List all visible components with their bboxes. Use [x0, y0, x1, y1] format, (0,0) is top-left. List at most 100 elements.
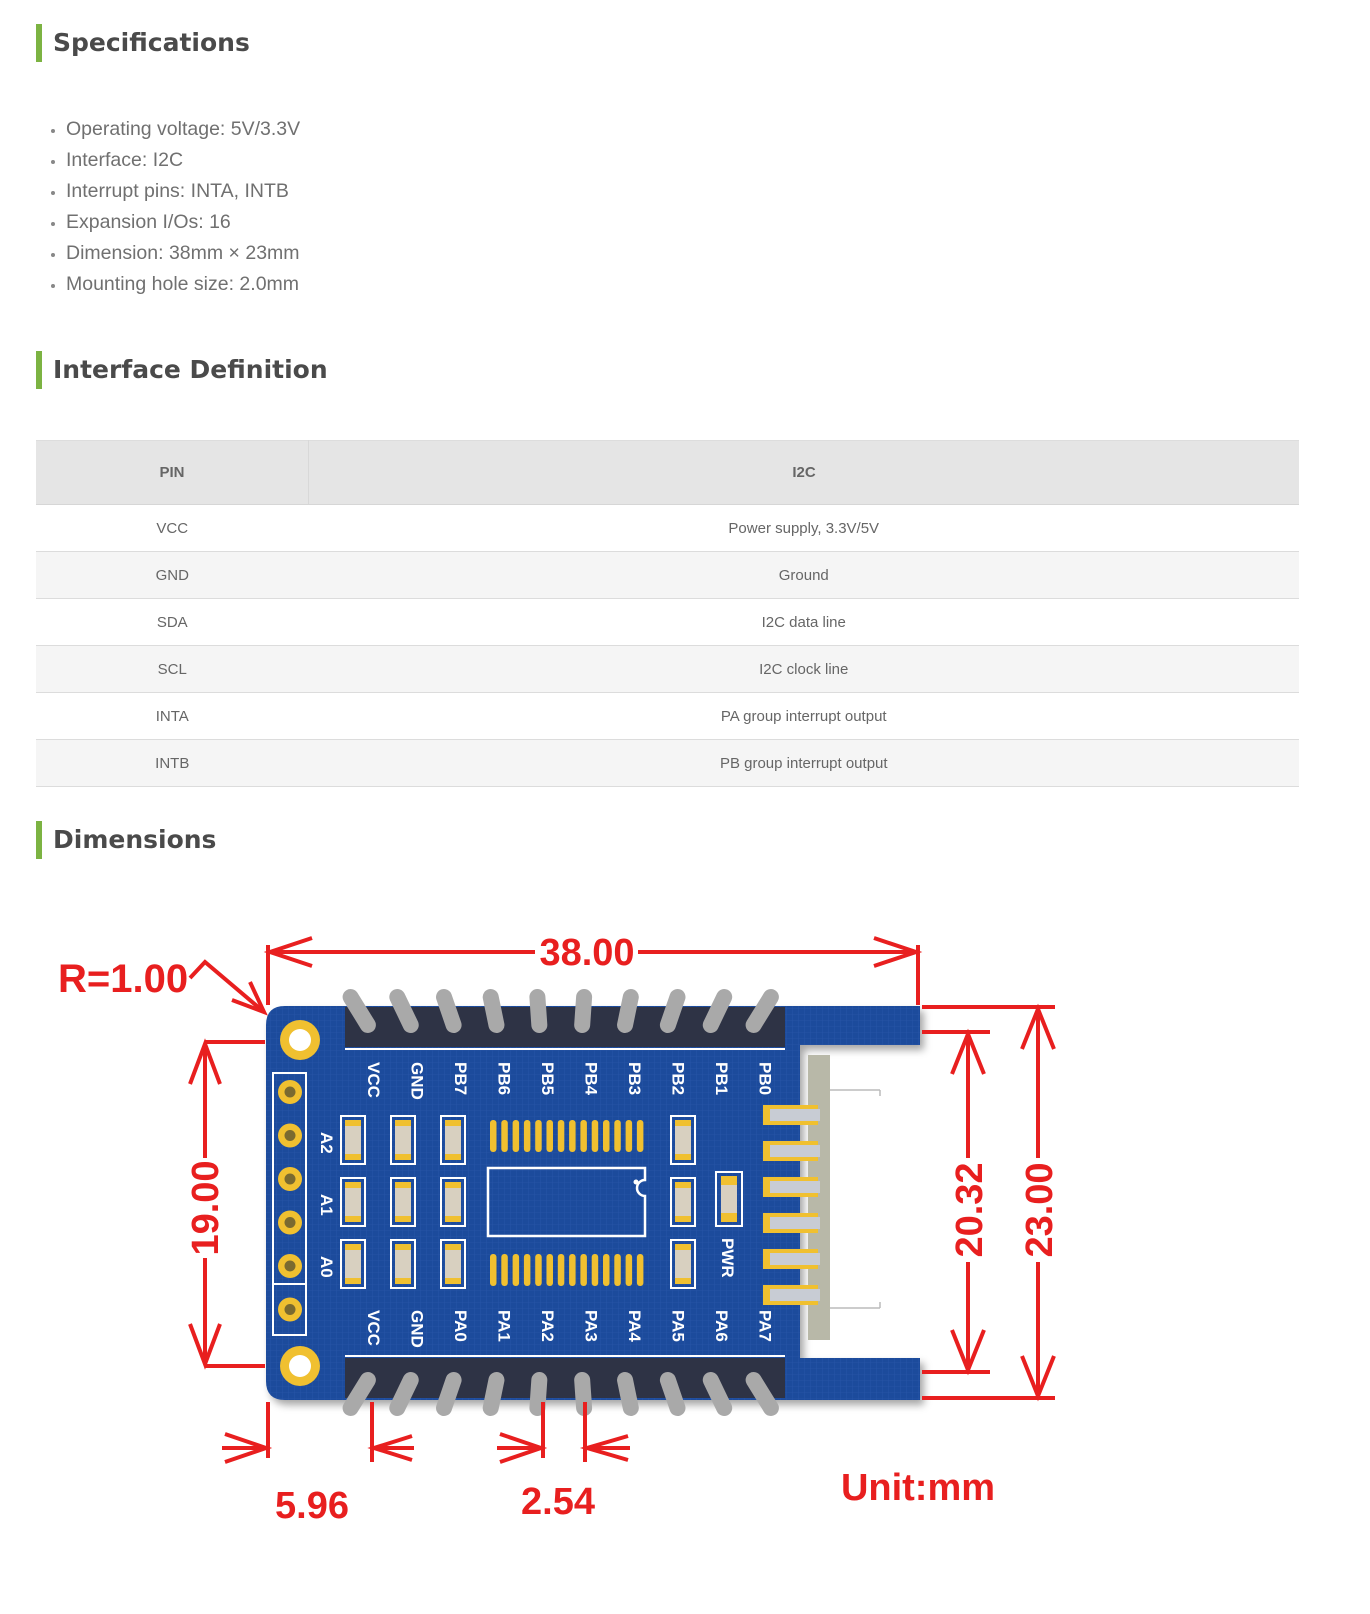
table-row: INTA PA group interrupt output — [36, 692, 1299, 740]
specifications-list: Operating voltage: 5V/3.3V Interface: I2… — [44, 114, 300, 300]
ic-pad — [603, 1254, 610, 1286]
height-label: 23.00 — [1019, 1162, 1061, 1257]
bottom-pin-label: PA1 — [495, 1310, 514, 1342]
ic-pad — [625, 1120, 633, 1152]
ic-pad — [603, 1120, 610, 1152]
table-header-row: PIN I2C — [36, 440, 1299, 505]
top-pin-label: PB1 — [712, 1062, 731, 1095]
ic-pad — [490, 1120, 497, 1152]
width-dimension-label: 38.00 — [539, 932, 634, 974]
ic-pad — [512, 1120, 520, 1152]
table-row: SCL I2C clock line — [36, 645, 1299, 693]
top-pin-label: PB0 — [756, 1062, 775, 1095]
description-cell: I2C clock line — [308, 645, 1299, 693]
table-row: VCC Power supply, 3.3V/5V — [36, 504, 1299, 552]
ic-pad — [512, 1254, 520, 1286]
ic-pad — [557, 1254, 565, 1286]
header-pin-icon — [436, 1372, 462, 1416]
address-jumper-label: A1 — [317, 1194, 336, 1216]
table-row: GND Ground — [36, 551, 1299, 599]
top-pin-label: PB4 — [582, 1062, 601, 1096]
description-cell: Power supply, 3.3V/5V — [308, 504, 1299, 552]
dimensions-heading: Dimensions — [36, 821, 216, 859]
table-row: SDA I2C data line — [36, 598, 1299, 646]
spec-item: Interface: I2C — [66, 145, 300, 176]
ic-pad — [523, 1254, 531, 1286]
ic-pad — [636, 1120, 644, 1152]
pin-cell: SDA — [36, 598, 309, 646]
header-pin-icon — [659, 1372, 686, 1416]
dimension-drawing-svg: VCC GND PB7 PB6 PB5 PB4 PB3 PB2 PB1 PB0 VCC GND PA0… — [58, 932, 1061, 1527]
spec-item: Interrupt pins: INTA, INTB — [66, 176, 300, 207]
header-pin-icon — [617, 989, 639, 1033]
ic-pad — [580, 1254, 587, 1286]
ic-pad — [636, 1254, 644, 1286]
ic-pad — [535, 1120, 542, 1152]
ic-pad — [591, 1254, 599, 1286]
ic-pad — [569, 1120, 576, 1152]
interface-definition-heading: Interface Definition — [36, 351, 328, 389]
address-jumper-label: A2 — [317, 1132, 336, 1154]
pin-cell: GND — [36, 551, 309, 599]
ic-pad — [535, 1254, 542, 1286]
header-pin-icon — [659, 989, 686, 1033]
pin-cell: INTB — [36, 739, 309, 787]
header-pin-icon — [574, 989, 593, 1033]
ic-pad — [557, 1120, 565, 1152]
header-pin-icon — [482, 989, 505, 1033]
top-pin-label: PB5 — [538, 1062, 557, 1095]
hole-spacing-label: 19.00 — [185, 1160, 227, 1255]
mounting-hole-icon — [280, 1346, 320, 1386]
radius-label: R=1.00 — [58, 957, 188, 1001]
top-pin-label: PB7 — [451, 1062, 470, 1095]
unit-label: Unit:mm — [841, 1467, 995, 1509]
ic-pad — [625, 1254, 633, 1286]
spec-item: Dimension: 38mm × 23mm — [66, 238, 300, 269]
description-cell: PB group interrupt output — [308, 739, 1299, 787]
top-pin-label: PB6 — [495, 1062, 514, 1095]
pin-cell: SCL — [36, 645, 309, 693]
ic-pad — [523, 1120, 531, 1152]
header-pin-icon — [617, 1372, 639, 1416]
bottom-pin-label: PA5 — [669, 1310, 688, 1342]
bottom-pin-label: PA0 — [451, 1310, 470, 1342]
dimension-drawing: VCC GND PB7 PB6 PB5 PB4 PB3 PB2 PB1 PB0 VCC GND PA0… — [0, 900, 1370, 1609]
bottom-pin-label: VCC — [364, 1310, 383, 1346]
spec-item: Operating voltage: 5V/3.3V — [66, 114, 300, 145]
bottom-pin-label: PA3 — [582, 1310, 601, 1342]
bottom-pin-label: PA2 — [538, 1310, 557, 1342]
mounting-hole-icon — [280, 1020, 320, 1060]
ic-pad — [501, 1120, 508, 1152]
ic-pad — [546, 1254, 553, 1286]
pin-cell: INTA — [36, 692, 309, 740]
column-header-pin: PIN — [36, 440, 309, 505]
interface-table: PIN I2C VCC Power supply, 3.3V/5V GND Grou… — [36, 440, 1299, 787]
connector-height-label: 20.32 — [949, 1162, 991, 1257]
pin-cell: VCC — [36, 504, 309, 552]
header-pin-icon — [436, 989, 462, 1033]
description-cell: Ground — [308, 551, 1299, 599]
edge-offset-label: 5.96 — [275, 1485, 349, 1527]
bottom-pin-label: GND — [408, 1310, 427, 1348]
column-header-i2c: I2C — [308, 440, 1299, 505]
bottom-pin-label: PA4 — [625, 1310, 644, 1342]
header-pin-icon — [529, 1372, 548, 1416]
top-pin-label: GND — [408, 1062, 427, 1100]
description-cell: I2C data line — [308, 598, 1299, 646]
specifications-heading: Specifications — [36, 24, 250, 62]
ic-pad — [546, 1120, 553, 1152]
bottom-pin-label: PA7 — [756, 1310, 775, 1342]
ic-pad — [591, 1120, 599, 1152]
spec-item: Mounting hole size: 2.0mm — [66, 269, 300, 300]
top-pin-label: VCC — [364, 1062, 383, 1098]
address-jumper-label: A0 — [317, 1256, 336, 1278]
ic-pad — [614, 1120, 621, 1152]
ic-pad — [580, 1120, 587, 1152]
bottom-pin-label: PA6 — [712, 1310, 731, 1342]
top-pin-label: PB2 — [669, 1062, 688, 1095]
top-pin-label: PB3 — [625, 1062, 644, 1095]
ic-pad — [490, 1254, 497, 1286]
ic-pad — [569, 1254, 576, 1286]
ic-pad — [614, 1254, 621, 1286]
header-pin-icon — [482, 1372, 505, 1416]
